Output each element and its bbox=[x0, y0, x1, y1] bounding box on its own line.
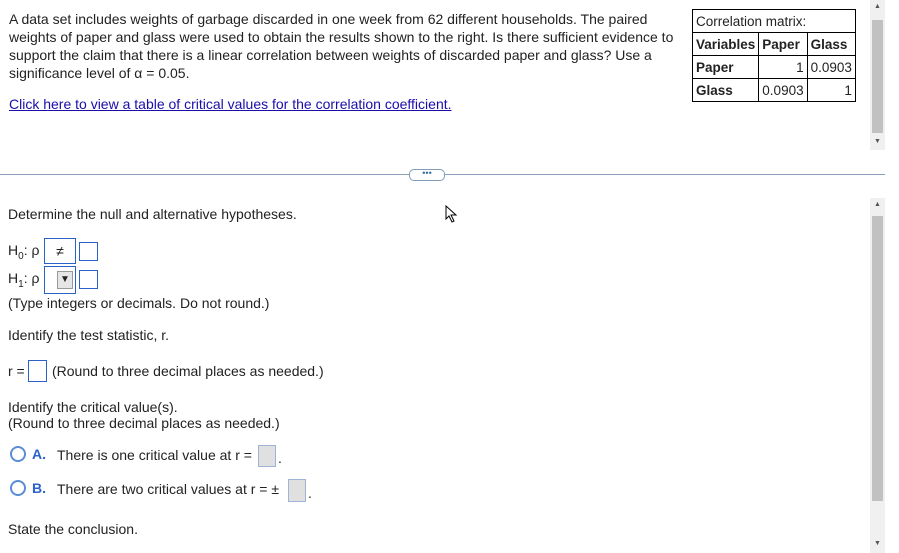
scroll-thumb[interactable] bbox=[872, 20, 883, 133]
period: . bbox=[278, 450, 282, 466]
bottom-scrollbar[interactable]: ▲ ▼ bbox=[870, 198, 885, 553]
matrix-cell: 1 bbox=[758, 55, 808, 79]
matrix-header: Glass bbox=[806, 32, 856, 56]
matrix-row-label: Paper bbox=[691, 55, 760, 79]
mouse-cursor-icon bbox=[445, 205, 458, 223]
dropdown-arrow-icon[interactable]: ▼ bbox=[57, 271, 73, 289]
hypotheses-note: (Type integers or decimals. Do not round… bbox=[8, 295, 270, 311]
conclusion-prompt: State the conclusion. bbox=[8, 521, 138, 537]
critical-values-link[interactable]: Click here to view a table of critical v… bbox=[9, 96, 452, 112]
r-note: (Round to three decimal places as needed… bbox=[52, 363, 324, 379]
matrix-cell: 1 bbox=[806, 78, 856, 102]
scroll-down-icon[interactable]: ▼ bbox=[870, 138, 885, 145]
question-text: A data set includes weights of garbage d… bbox=[9, 11, 674, 81]
option-a-input[interactable] bbox=[258, 445, 276, 467]
matrix-title: Correlation matrix: bbox=[692, 9, 856, 33]
scroll-up-icon[interactable]: ▲ bbox=[870, 3, 885, 10]
option-a-text: There is one critical value at r = bbox=[57, 447, 252, 463]
h0-operator-select[interactable]: ≠ bbox=[44, 238, 76, 264]
h1-operator-select[interactable]: ▼ bbox=[44, 266, 76, 294]
option-a-radio[interactable] bbox=[10, 446, 26, 462]
r-input[interactable] bbox=[28, 360, 47, 382]
r-label: r = bbox=[8, 363, 25, 379]
option-b-input[interactable] bbox=[288, 479, 306, 502]
matrix-header: Paper bbox=[758, 32, 808, 56]
scroll-down-icon[interactable]: ▼ bbox=[870, 540, 885, 547]
test-statistic-prompt: Identify the test statistic, r. bbox=[8, 327, 170, 343]
option-a-letter: A. bbox=[32, 446, 46, 462]
hypotheses-prompt: Determine the null and alternative hypot… bbox=[8, 206, 297, 222]
option-b-text: There are two critical values at r = ± bbox=[57, 481, 280, 497]
h1-value-input[interactable] bbox=[79, 270, 98, 289]
period: . bbox=[308, 485, 312, 501]
h0-label: H0: ρ bbox=[8, 242, 40, 262]
matrix-header: Variables bbox=[691, 32, 760, 56]
matrix-cell: 0.0903 bbox=[758, 78, 808, 102]
h1-label: H1: ρ bbox=[8, 270, 40, 290]
option-b-letter: B. bbox=[32, 480, 46, 496]
critical-prompt: Identify the critical value(s). bbox=[8, 399, 178, 415]
option-b-radio[interactable] bbox=[10, 480, 26, 496]
top-scrollbar[interactable]: ▲ ▼ bbox=[870, 0, 885, 150]
matrix-cell: 0.0903 bbox=[806, 55, 856, 79]
critical-note: (Round to three decimal places as needed… bbox=[8, 415, 280, 431]
scroll-thumb[interactable] bbox=[872, 216, 883, 501]
matrix-row-label: Glass bbox=[691, 78, 760, 102]
divider-handle[interactable]: ••• bbox=[409, 169, 445, 181]
scroll-up-icon[interactable]: ▲ bbox=[870, 201, 885, 208]
h0-value-input[interactable] bbox=[79, 242, 98, 261]
correlation-matrix: Correlation matrix: Variables Paper Glass … bbox=[691, 9, 856, 102]
